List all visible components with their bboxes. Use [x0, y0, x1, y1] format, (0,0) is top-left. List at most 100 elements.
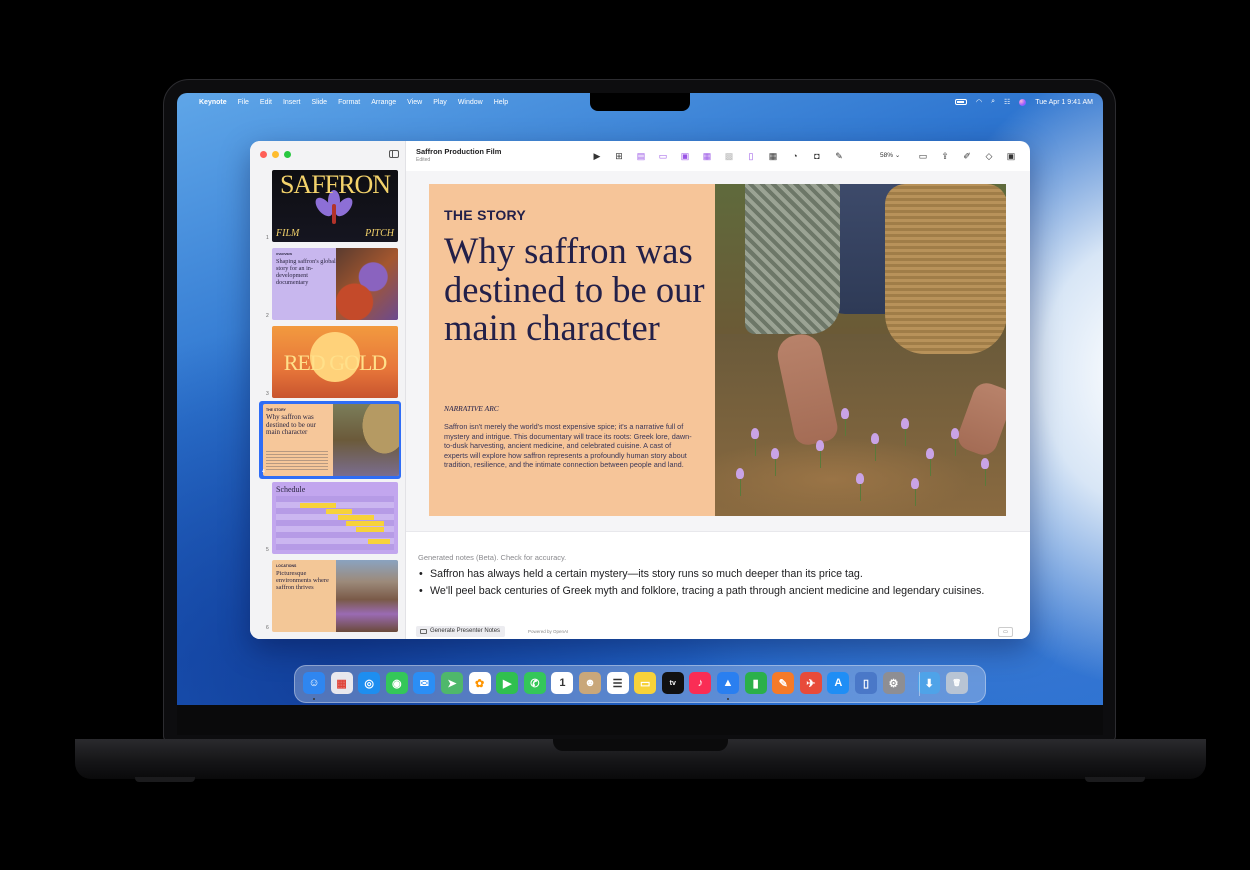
slide-number-1: 1	[266, 235, 269, 241]
mail-icon[interactable]: ✉	[413, 672, 436, 694]
camera-notch	[590, 93, 690, 111]
spotlight-search-icon[interactable]: ⌕	[991, 98, 995, 106]
trash-icon[interactable]: 🗑	[945, 672, 968, 694]
system-settings-icon[interactable]: ⚙	[882, 672, 905, 694]
schedule-grid	[276, 496, 394, 550]
running-indicator	[313, 698, 315, 700]
presenter-notes[interactable]: Generated notes (Beta). Check for accura…	[406, 531, 1030, 639]
menu-bar-status: ◠ ⌕ ☷ Tue Apr 1 9:41 AM	[954, 93, 1093, 111]
media-icon[interactable]: ▣	[678, 149, 692, 163]
minimize-window-button[interactable]	[272, 151, 279, 158]
slide-number-4: 4	[262, 469, 265, 475]
generate-button-label: Generate Presenter Notes	[430, 628, 501, 634]
shape-square-icon[interactable]: ◘	[810, 149, 824, 163]
chart-pie-icon[interactable]: ◔	[788, 149, 802, 163]
slide-thumbnail-2[interactable]: OVERVIEW Shaping saffron's global story …	[272, 248, 398, 320]
menu-file[interactable]: File	[238, 99, 249, 106]
phone-icon[interactable]: ✆	[523, 672, 546, 694]
slide-thumbnail-6[interactable]: LOCATIONS Picturesque environments where…	[272, 560, 398, 632]
menu-arrange[interactable]: Arrange	[371, 99, 396, 106]
image-icon[interactable]: ▩	[722, 149, 736, 163]
document-icon[interactable]: ▯	[744, 149, 758, 163]
menu-help[interactable]: Help	[494, 99, 508, 106]
menu-edit[interactable]: Edit	[260, 99, 272, 106]
slide-section-label[interactable]: NARRATIVE ARC	[444, 404, 499, 413]
menu-format[interactable]: Format	[338, 99, 360, 106]
safari-icon[interactable]: ◎	[358, 672, 381, 694]
window-controls	[260, 151, 291, 158]
share-icon[interactable]: ⇪	[938, 149, 952, 163]
format-brush-icon[interactable]: ✐	[960, 149, 974, 163]
add-slide-icon[interactable]: ⊞	[612, 149, 626, 163]
chart-icon[interactable]: ▦	[700, 149, 714, 163]
battery-icon[interactable]	[954, 99, 967, 105]
menu-insert[interactable]: Insert	[283, 99, 301, 106]
notes-bullet[interactable]: Saffron has always held a certain myster…	[418, 566, 1018, 583]
music-icon[interactable]: ♪	[689, 672, 712, 694]
thumbnail-kicker: LOCATIONS	[276, 564, 297, 568]
testflight-icon[interactable]: ✈	[799, 672, 822, 694]
maps-icon[interactable]: ➤	[441, 672, 463, 694]
launchpad-icon[interactable]: ▦	[330, 672, 353, 694]
animate-icon[interactable]: ◇	[982, 149, 996, 163]
tv-icon[interactable]: tv	[661, 672, 684, 694]
thumbnail-text: Picturesque environments where saffron t…	[276, 570, 329, 591]
table-icon[interactable]: ▦	[766, 149, 780, 163]
document-panel-icon[interactable]: ▣	[1004, 149, 1018, 163]
control-center-icon[interactable]: ☷	[1004, 98, 1010, 106]
fullscreen-window-button[interactable]	[284, 151, 291, 158]
slide-thumbnail-1[interactable]: SAFFRON FILM PITCH	[272, 170, 398, 242]
zoom-dropdown[interactable]: 58% ⌄	[880, 151, 900, 159]
menu-slide[interactable]: Slide	[311, 99, 327, 106]
shape-icon[interactable]: ▭	[656, 149, 670, 163]
menu-view[interactable]: View	[407, 99, 422, 106]
slide-kicker[interactable]: THE STORY	[444, 207, 526, 223]
reminders-icon[interactable]: ☰	[606, 672, 629, 694]
contacts-icon[interactable]: ☻	[579, 672, 601, 694]
notes-icon	[420, 629, 427, 634]
notes-bullet[interactable]: We'll peel back centuries of Greek myth …	[418, 583, 1018, 600]
close-window-button[interactable]	[260, 151, 267, 158]
slide-thumbnail-3[interactable]: RED GOLD	[272, 326, 398, 398]
facetime-icon[interactable]: ▶	[496, 672, 519, 694]
menu-app-name[interactable]: Keynote	[199, 99, 227, 106]
menu-bar-clock[interactable]: Tue Apr 1 9:41 AM	[1035, 99, 1093, 106]
comment-icon[interactable]: ▭	[916, 149, 930, 163]
slide-body-text[interactable]: Saffron isn't merely the world's most ex…	[444, 422, 696, 470]
dock: ☺ ▦ ◎ ◉ ✉ ➤ ✿ ▶ ✆ 1 ☻ ☰ ▭ tv ♪ ▲ ▮ ✎ ✈ A ▯ ⚙ ⬇ 🗑	[294, 665, 986, 703]
notes-list[interactable]: Saffron has always held a certain myster…	[418, 566, 1018, 600]
photos-icon[interactable]: ✿	[468, 672, 491, 694]
generate-presenter-notes-button[interactable]: Generate Presenter Notes	[416, 626, 506, 637]
current-slide[interactable]: THE STORY Why saffron was destined to be…	[429, 184, 1006, 516]
menu-window[interactable]: Window	[458, 99, 483, 106]
menu-play[interactable]: Play	[433, 99, 447, 106]
thumbnail-image	[336, 248, 398, 320]
downloads-folder-icon[interactable]: ⬇	[918, 672, 941, 694]
document-title[interactable]: Saffron Production Film	[416, 147, 501, 156]
finder-icon[interactable]: ☺	[303, 672, 325, 694]
notes-panel-toggle-icon[interactable]: ▭	[998, 627, 1013, 637]
thumbnail-title: SAFFRON	[279, 170, 391, 199]
slide-thumbnail-5[interactable]: Schedule	[272, 482, 398, 554]
slide-navigator: SAFFRON FILM PITCH 1 OVERVIEW Shaping sa…	[250, 141, 406, 639]
iphone-mirroring-icon[interactable]: ▯	[855, 672, 877, 694]
slide-number-6: 6	[266, 625, 269, 631]
play-icon[interactable]: ▶	[590, 149, 604, 163]
app-store-icon[interactable]: A	[827, 672, 850, 694]
thumbnail-caption-left: FILM	[276, 228, 300, 239]
text-box-icon[interactable]: ▤	[634, 149, 648, 163]
wifi-icon[interactable]: ◠	[976, 98, 982, 106]
slide-thumbnail-4[interactable]: THE STORY Why saffron was destined to be…	[263, 404, 399, 476]
saffron-harvest-photo[interactable]	[715, 184, 1006, 516]
messages-icon[interactable]: ◉	[385, 672, 408, 694]
slide-headline[interactable]: Why saffron was destined to be our main …	[444, 231, 714, 348]
calendar-icon[interactable]: 1	[551, 672, 574, 694]
thumbnail-caption-right: PITCH	[365, 228, 394, 239]
keynote-icon[interactable]: ▲	[717, 672, 739, 694]
pages-icon[interactable]: ✎	[772, 672, 795, 694]
siri-icon[interactable]	[1019, 98, 1027, 106]
sidebar-toggle-icon[interactable]	[389, 150, 399, 158]
attachment-icon[interactable]: ✎	[832, 149, 846, 163]
notes-icon[interactable]: ▭	[634, 672, 657, 694]
numbers-icon[interactable]: ▮	[744, 672, 767, 694]
